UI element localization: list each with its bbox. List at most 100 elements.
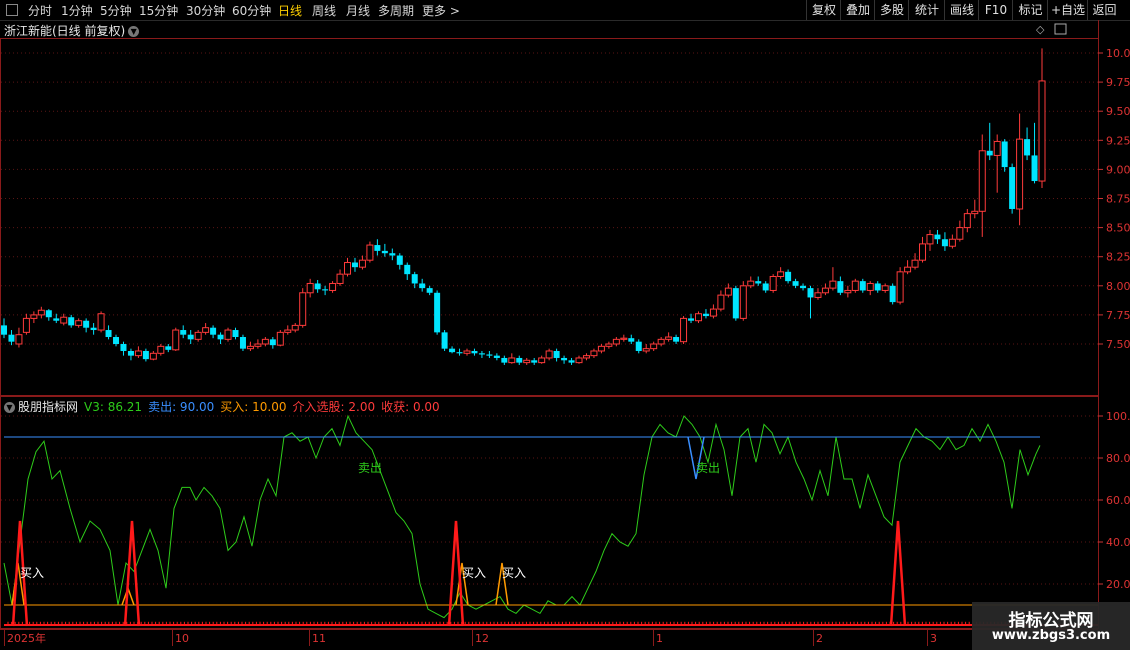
candle-body-down (486, 354, 493, 356)
v3-line (3, 414, 1041, 619)
entry-signal-spike (889, 520, 907, 627)
candle-body-up (919, 243, 927, 261)
toolbar-button-5[interactable]: F10 (978, 0, 1013, 20)
candle-body-down (404, 264, 411, 275)
candle-body-up (844, 289, 852, 294)
sell-label: 卖出 (358, 461, 382, 475)
sell-dip (687, 436, 705, 480)
candle-body-up (538, 357, 546, 364)
candle-body-up (911, 259, 919, 268)
candle-body-down (314, 283, 321, 290)
toolbar-button-6[interactable]: 标记 (1012, 0, 1048, 20)
candle-body-down (456, 352, 463, 354)
date-axis-label: 3 (930, 632, 937, 645)
toolbar-button-0[interactable]: 复权 (806, 0, 841, 20)
period-tab-1[interactable]: 1分钟 (61, 2, 93, 19)
toolbar-button-7[interactable]: +自选 (1047, 0, 1088, 20)
candle-body-down (68, 317, 75, 326)
candle-body-down (113, 337, 120, 344)
candle-body-up (157, 345, 165, 354)
period-tab-7[interactable]: 周线 (312, 2, 336, 19)
candle-body-up (904, 266, 912, 273)
candle-body-up (956, 227, 964, 240)
candle-body-up (747, 280, 755, 287)
candle-body-down (142, 350, 149, 360)
candle-body-up (1016, 138, 1024, 210)
chevron-down-icon[interactable]: ▼ (4, 402, 15, 413)
candle-body-up (694, 313, 702, 322)
candle-body-up (172, 329, 180, 351)
toolbar-button-4[interactable]: 画线 (944, 0, 979, 20)
period-tab-4[interactable]: 30分钟 (186, 2, 225, 19)
panel-toggle-icon[interactable] (1054, 23, 1067, 35)
buy-bump (455, 562, 469, 606)
price-panel-frame (0, 38, 1099, 396)
buy-bump (495, 562, 509, 606)
period-toolbar: 分时 1分钟 5分钟 15分钟 30分钟 60分钟 日线 周线 月线 多周期 更多 > 复权 叠加 多股统… (0, 0, 1130, 21)
indicator-axis-label: 100.0 (1106, 410, 1130, 423)
candle-body-up (829, 280, 837, 289)
period-tab-0[interactable]: 分时 (28, 2, 52, 19)
period-tab-10[interactable]: 更多 > (422, 2, 460, 19)
candle-body-up (97, 313, 105, 331)
period-tab-6[interactable]: 日线 (278, 2, 302, 19)
chart-title[interactable]: 浙江新能(日线 前复权) ▼ (4, 22, 140, 39)
buy-value: 买入: 10.00 (220, 400, 287, 414)
candle-body-up (620, 337, 628, 340)
indicator-axis-label: 20.00 (1106, 578, 1130, 591)
period-tab-2[interactable]: 5分钟 (100, 2, 132, 19)
candle-body-down (986, 150, 993, 156)
candle-body-down (792, 281, 799, 286)
candle-body-up (15, 334, 23, 345)
candle-body-up (545, 350, 553, 359)
candle-body-up (680, 317, 688, 343)
candle-body-down (628, 338, 635, 342)
candle-body-down (187, 334, 194, 340)
toolbar-button-3[interactable]: 统计 (908, 0, 945, 20)
sell-label: 卖出 (696, 461, 720, 475)
candle-body-down (800, 285, 807, 289)
buy-bump (121, 585, 135, 606)
candle-body-down (411, 274, 418, 284)
candle-body-down (45, 310, 52, 318)
candle-body-up (590, 350, 598, 357)
candle-body-up (582, 355, 590, 359)
toolbar-button-1[interactable]: 叠加 (840, 0, 875, 20)
candle-body-down (755, 281, 762, 284)
candle-body-down (322, 289, 329, 291)
candle-body-down (1, 325, 7, 335)
chart-canvas[interactable]: 10.009.759.509.259.008.758.508.258.007.7… (0, 0, 1130, 650)
candle-body-down (501, 357, 508, 363)
candle-body-up (978, 150, 986, 212)
candle-body-up (336, 273, 344, 284)
candle-body-up (993, 140, 1001, 156)
sell-value: 卖出: 90.00 (148, 400, 215, 414)
period-tab-8[interactable]: 月线 (346, 2, 370, 19)
period-tab-5[interactable]: 60分钟 (232, 2, 271, 19)
candle-body-up (1038, 80, 1046, 182)
period-tab-3[interactable]: 15分钟 (139, 2, 178, 19)
candle-body-down (53, 318, 60, 321)
period-tab-9[interactable]: 多周期 (378, 2, 414, 19)
candle-body-up (329, 282, 337, 291)
candle-body-down (441, 332, 448, 349)
candle-body-down (419, 283, 426, 289)
candle-body-up (37, 309, 45, 316)
toolbar-button-2[interactable]: 多股 (874, 0, 909, 20)
candle-body-down (762, 283, 769, 291)
candle-body-down (673, 337, 680, 342)
indicator-name[interactable]: 股朋指标网 (18, 400, 78, 414)
candle-body-down (531, 360, 538, 363)
candle-body-down (859, 281, 866, 291)
candle-body-down (807, 288, 814, 298)
candle-body-up (508, 357, 516, 364)
candle-body-up (134, 350, 142, 357)
toolbar-button-8[interactable]: 返回 (1087, 0, 1121, 20)
indicator-panel-frame (0, 396, 1099, 629)
indicator-header: ▼ 股朋指标网 V3: 86.21 卖出: 90.00 买入: 10.00 介入选股: 2… (4, 398, 446, 415)
chevron-down-icon[interactable]: ▼ (128, 26, 140, 37)
candle-body-up (657, 338, 665, 345)
window-icon[interactable] (6, 4, 18, 16)
candle-body-up (194, 331, 202, 340)
candle-body-up (821, 287, 829, 294)
